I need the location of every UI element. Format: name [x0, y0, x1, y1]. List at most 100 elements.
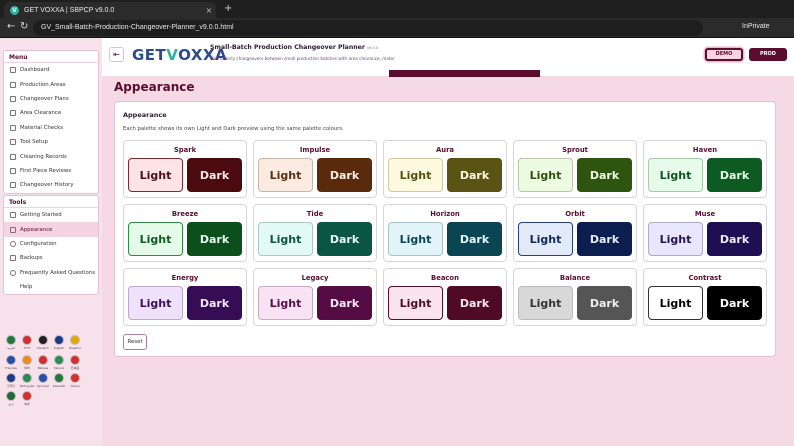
- dark-preview-swatch[interactable]: Dark: [317, 222, 372, 256]
- areas-icon: [10, 81, 16, 88]
- light-preview-swatch[interactable]: Light: [518, 158, 573, 192]
- dark-preview-swatch[interactable]: Dark: [707, 286, 762, 320]
- dark-preview-swatch[interactable]: Dark: [447, 222, 502, 256]
- dark-preview-swatch[interactable]: Dark: [577, 286, 632, 320]
- light-preview-swatch[interactable]: Light: [128, 222, 183, 256]
- palette-option-tide[interactable]: Tide Light Dark: [253, 204, 377, 262]
- light-preview-swatch[interactable]: Light: [648, 158, 703, 192]
- light-preview-swatch[interactable]: Light: [258, 286, 313, 320]
- palette-option-haven[interactable]: Haven Light Dark: [643, 140, 767, 198]
- palette-option-balance[interactable]: Balance Light Dark: [513, 268, 637, 326]
- dashboard-icon: [10, 67, 16, 74]
- sidebar-item-frequently-asked-questions[interactable]: Frequently Asked Questions: [4, 266, 98, 280]
- close-tab-icon[interactable]: ×: [202, 6, 216, 15]
- dark-preview-swatch[interactable]: Dark: [577, 222, 632, 256]
- language-option[interactable]: Bahasa: [35, 355, 51, 370]
- back-arrow-icon[interactable]: ←: [7, 21, 15, 32]
- palette-name: Contrast: [688, 274, 722, 282]
- palette-option-muse[interactable]: Muse Light Dark: [643, 204, 767, 262]
- palette-option-beacon[interactable]: Beacon Light Dark: [383, 268, 507, 326]
- palette-option-contrast[interactable]: Contrast Light Dark: [643, 268, 767, 326]
- prod-mode-button[interactable]: PROD: [749, 48, 787, 61]
- palette-option-breeze[interactable]: Breeze Light Dark: [123, 204, 247, 262]
- sidebar-item-backups[interactable]: Backups: [4, 251, 98, 265]
- palette-option-impulse[interactable]: Impulse Light Dark: [253, 140, 377, 198]
- light-preview-swatch[interactable]: Light: [388, 158, 443, 192]
- dark-preview-swatch[interactable]: Dark: [187, 158, 242, 192]
- palette-name: Tide: [306, 210, 324, 218]
- language-option[interactable]: English: [51, 335, 67, 352]
- language-option[interactable]: Português: [19, 373, 35, 388]
- light-preview-swatch[interactable]: Light: [258, 222, 313, 256]
- browser-tab-bar: V GET VOXXA | SBPCP v9.0.0 × +: [0, 0, 794, 18]
- light-preview-swatch[interactable]: Light: [388, 286, 443, 320]
- sidebar-item-area-clearance[interactable]: Area Clearance: [4, 106, 98, 120]
- language-option[interactable]: Deutsch: [35, 335, 51, 352]
- palette-option-spark[interactable]: Spark Light Dark: [123, 140, 247, 198]
- sidebar-item-dashboard[interactable]: Dashboard: [4, 63, 98, 77]
- browser-tab[interactable]: V GET VOXXA | SBPCP v9.0.0 ×: [4, 2, 216, 18]
- language-option[interactable]: 中文: [19, 391, 35, 406]
- dark-preview-swatch[interactable]: Dark: [447, 286, 502, 320]
- url-input[interactable]: GV_Small-Batch-Production-Changeover-Pla…: [33, 20, 703, 36]
- light-preview-swatch[interactable]: Light: [258, 158, 313, 192]
- reload-icon[interactable]: ↻: [20, 21, 28, 32]
- language-option[interactable]: العربية: [3, 335, 19, 352]
- light-preview-swatch[interactable]: Light: [518, 222, 573, 256]
- palette-option-legacy[interactable]: Legacy Light Dark: [253, 268, 377, 326]
- sidebar-item-getting-started[interactable]: Getting Started: [4, 208, 98, 222]
- demo-mode-button[interactable]: DEMO: [705, 48, 743, 61]
- light-preview-swatch[interactable]: Light: [128, 158, 183, 192]
- language-option[interactable]: Kiswahili: [51, 373, 67, 388]
- light-preview-swatch[interactable]: Light: [648, 222, 703, 256]
- light-preview-swatch[interactable]: Light: [128, 286, 183, 320]
- palette-option-aura[interactable]: Aura Light Dark: [383, 140, 507, 198]
- sidebar-item-production-areas[interactable]: Production Areas: [4, 77, 98, 91]
- light-preview-swatch[interactable]: Light: [518, 286, 573, 320]
- flag-icon: [38, 373, 48, 383]
- language-option[interactable]: 한국어: [3, 373, 19, 388]
- language-option[interactable]: हिन्दी: [19, 355, 35, 370]
- dark-preview-swatch[interactable]: Dark: [447, 158, 502, 192]
- tab-title: GET VOXXA | SBPCP v9.0.0: [24, 6, 115, 14]
- palette-option-horizon[interactable]: Horizon Light Dark: [383, 204, 507, 262]
- inprivate-badge[interactable]: InPrivate: [742, 23, 770, 30]
- palette-name: Muse: [694, 210, 716, 218]
- dark-preview-swatch[interactable]: Dark: [707, 222, 762, 256]
- dark-preview-swatch[interactable]: Dark: [577, 158, 632, 192]
- language-option[interactable]: Italiano: [51, 355, 67, 370]
- language-option[interactable]: Español: [67, 335, 83, 352]
- sidebar-item-changeover-history[interactable]: Changeover History: [4, 178, 98, 192]
- sidebar-item-appearance[interactable]: Appearance: [4, 222, 98, 237]
- sidebar-item-tool-setup[interactable]: Tool Setup: [4, 135, 98, 149]
- language-option[interactable]: 日本語: [67, 355, 83, 370]
- language-option[interactable]: বাংলা: [19, 335, 35, 352]
- palette-option-orbit[interactable]: Orbit Light Dark: [513, 204, 637, 262]
- collapse-sidebar-button[interactable]: ⇤: [109, 47, 124, 62]
- language-option[interactable]: اردو: [3, 391, 19, 406]
- light-preview-swatch[interactable]: Light: [648, 286, 703, 320]
- language-option[interactable]: Türkçe: [67, 373, 83, 388]
- dark-preview-swatch[interactable]: Dark: [317, 286, 372, 320]
- language-label: Bahasa: [37, 366, 49, 370]
- sidebar-item-changeover-plans[interactable]: Changeover Plans: [4, 92, 98, 106]
- language-option[interactable]: Русский: [35, 373, 51, 388]
- material-icon: [10, 124, 16, 131]
- palette-name: Orbit: [565, 210, 585, 218]
- sidebar-item-material-checks[interactable]: Material Checks: [4, 121, 98, 135]
- dark-preview-swatch[interactable]: Dark: [187, 222, 242, 256]
- dark-preview-swatch[interactable]: Dark: [187, 286, 242, 320]
- sidebar-item-first-piece-reviews[interactable]: First Piece Reviews: [4, 164, 98, 178]
- new-tab-icon[interactable]: +: [224, 3, 232, 14]
- language-option[interactable]: Français: [3, 355, 19, 370]
- sidebar-item-configuration[interactable]: Configuration: [4, 237, 98, 251]
- reset-button[interactable]: Reset: [123, 334, 147, 350]
- light-preview-swatch[interactable]: Light: [388, 222, 443, 256]
- app-title: Small-Batch Production Changeover Planne…: [210, 44, 379, 51]
- palette-option-sprout[interactable]: Sprout Light Dark: [513, 140, 637, 198]
- sidebar-item-help[interactable]: Help: [4, 280, 98, 294]
- dark-preview-swatch[interactable]: Dark: [707, 158, 762, 192]
- sidebar-item-cleaning-records[interactable]: Cleaning Records: [4, 149, 98, 163]
- palette-option-energy[interactable]: Energy Light Dark: [123, 268, 247, 326]
- dark-preview-swatch[interactable]: Dark: [317, 158, 372, 192]
